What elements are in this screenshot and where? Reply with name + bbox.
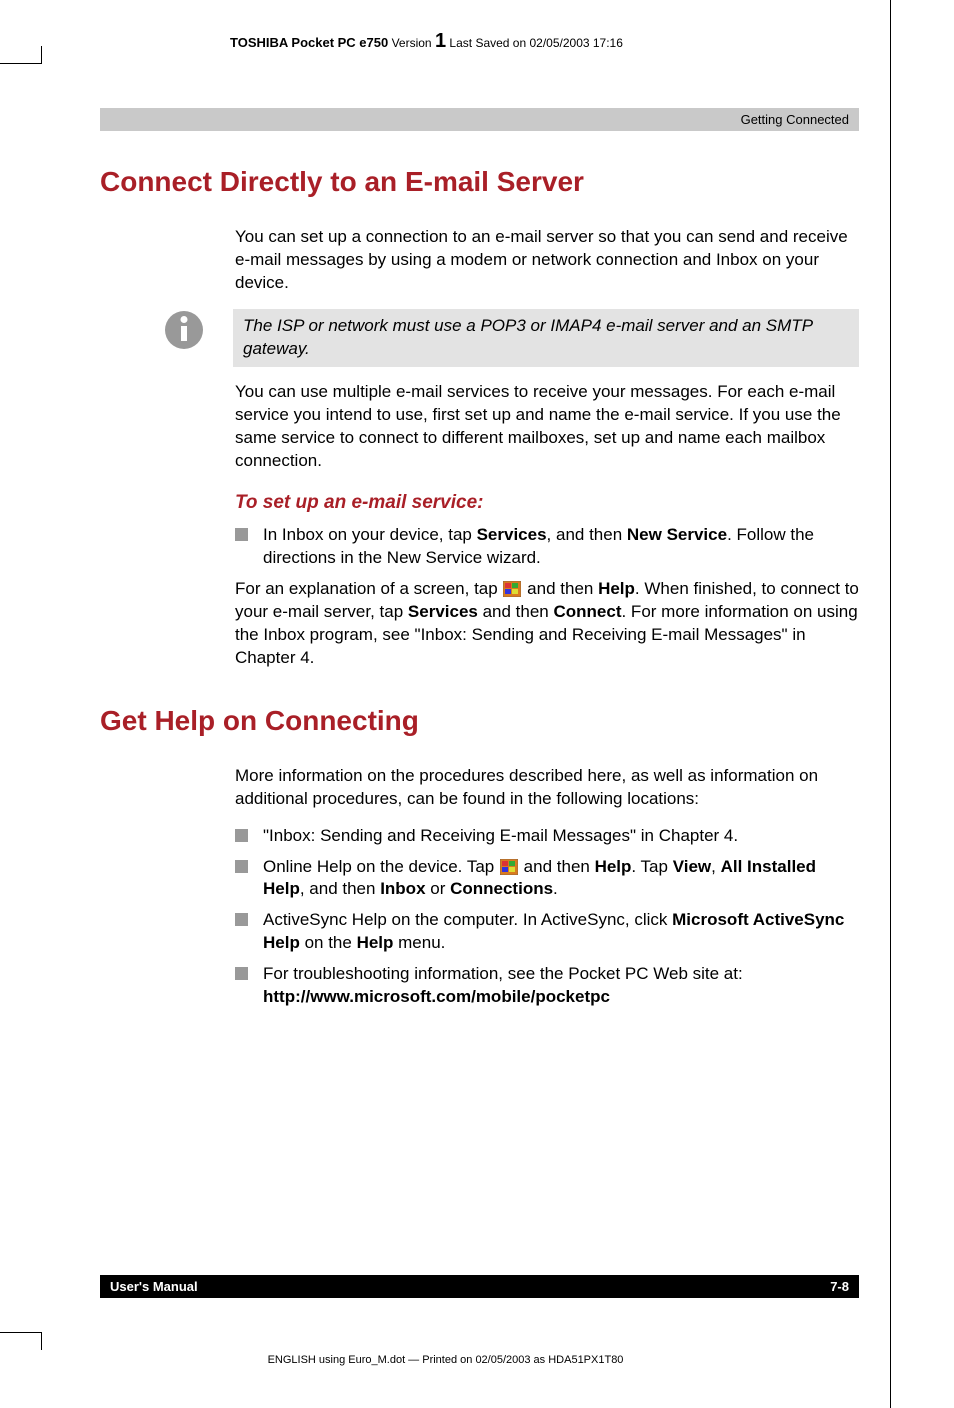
heading-connect-email: Connect Directly to an E-mail Server [100, 166, 859, 198]
paragraph-explanation: For an explanation of a screen, tap and … [235, 578, 859, 670]
help-list: "Inbox: Sending and Receiving E-mail Mes… [235, 825, 859, 1010]
product-name: TOSHIBA Pocket PC e750 [230, 35, 388, 50]
list-item: ActiveSync Help on the computer. In Acti… [235, 909, 859, 955]
footer-bar: User's Manual 7-8 [100, 1275, 859, 1298]
start-flag-icon [503, 581, 521, 597]
footer-left: User's Manual [110, 1279, 198, 1294]
callout-text: The ISP or network must use a POP3 or IM… [233, 309, 859, 367]
content-area: Connect Directly to an E-mail Server You… [100, 166, 859, 1009]
list-item: In Inbox on your device, tap Services, a… [235, 524, 859, 570]
list-item: "Inbox: Sending and Receiving E-mail Mes… [235, 825, 859, 848]
page-number: 7-8 [830, 1279, 849, 1294]
heading-get-help: Get Help on Connecting [100, 705, 859, 737]
info-callout: The ISP or network must use a POP3 or IM… [100, 309, 859, 367]
info-icon [165, 311, 203, 349]
version-number: 1 [435, 30, 446, 52]
list-item: For troubleshooting information, see the… [235, 963, 859, 1009]
setup-list: In Inbox on your device, tap Services, a… [235, 524, 859, 570]
paragraph-help-intro: More information on the procedures descr… [235, 765, 859, 811]
print-footer: ENGLISH using Euro_M.dot — Printed on 02… [0, 1354, 891, 1366]
last-saved: Last Saved on 02/05/2003 17:16 [449, 36, 622, 50]
start-flag-icon [500, 859, 518, 875]
subheading-setup-email: To set up an e-mail service: [235, 490, 859, 516]
version-label: Version [392, 36, 432, 50]
paragraph-multiple-services: You can use multiple e-mail services to … [235, 381, 859, 473]
running-header: TOSHIBA Pocket PC e750 Version 1 Last Sa… [230, 30, 859, 53]
list-item: Online Help on the device. Tap and then … [235, 856, 859, 902]
paragraph-intro: You can set up a connection to an e-mail… [235, 226, 859, 295]
section-header-bar: Getting Connected [100, 108, 859, 131]
page-container: TOSHIBA Pocket PC e750 Version 1 Last Sa… [0, 0, 954, 1408]
